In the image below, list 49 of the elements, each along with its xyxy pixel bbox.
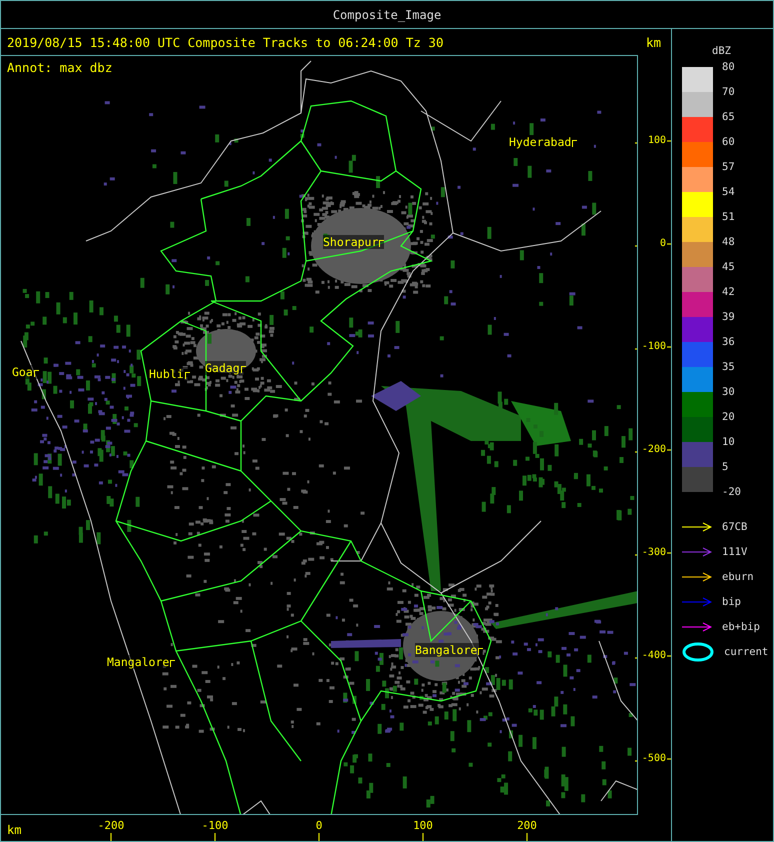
city-label: Hubli xyxy=(149,367,184,381)
axis-tick-label: -500 xyxy=(642,753,666,764)
axis-tick-label: 100 xyxy=(648,135,666,146)
scale-label: 80 xyxy=(722,60,736,75)
scale-label: 5 xyxy=(722,460,730,475)
track-label: 67CB xyxy=(722,521,748,533)
scale-label: 65 xyxy=(722,110,736,125)
axis-tick-label: -100 xyxy=(642,341,666,352)
track-label: eburn xyxy=(722,571,754,583)
axis-tick-label: 0 xyxy=(660,238,666,249)
scale-label: 54 xyxy=(722,185,736,200)
city-label: Hyderabad xyxy=(509,135,572,149)
scale-label: 36 xyxy=(722,335,736,350)
city-label: Bangalore xyxy=(415,643,478,657)
axis-tick-label: -300 xyxy=(642,547,666,558)
axis-tick-label: -100 xyxy=(202,819,228,832)
axis-tick-label: -200 xyxy=(642,444,666,455)
axis-unit-label: km xyxy=(7,823,22,837)
unit-label: km xyxy=(646,34,661,50)
scale-label: -20 xyxy=(722,485,741,500)
scale-label: 51 xyxy=(722,210,736,225)
city-label: Mangalore xyxy=(107,655,170,669)
scale-label: 70 xyxy=(722,85,736,100)
scale-label: 45 xyxy=(722,260,736,275)
axis-tick-label: 0 xyxy=(316,819,322,832)
scale-label: 57 xyxy=(722,160,736,175)
legend-title: dBZ xyxy=(712,45,732,57)
axis-tick-label: -200 xyxy=(98,819,124,832)
scale-label: 10 xyxy=(722,435,736,450)
axis-tick-label: -400 xyxy=(642,650,666,661)
track-label: bip xyxy=(722,596,741,608)
city-label: Shorapur xyxy=(323,235,378,249)
axis-tick-label: 100 xyxy=(413,819,433,832)
city-label: Goa xyxy=(12,365,33,379)
scale-label: 42 xyxy=(722,285,736,300)
window-title: Composite_Image xyxy=(332,8,442,22)
caption-text: 2019/08/15 15:48:00 UTC Composite Tracks to 06:24:00 Tz 30 xyxy=(7,34,444,50)
axis-tick-label: 200 xyxy=(517,819,537,832)
scale-label: 60 xyxy=(722,135,736,150)
city-label: Gadag xyxy=(205,361,240,375)
scale-label: 35 xyxy=(722,360,736,375)
scale-label: 39 xyxy=(722,310,736,325)
track-label: current xyxy=(724,646,768,658)
annotation-text: Annot: max dbz xyxy=(7,60,112,75)
scale-label: 20 xyxy=(722,410,736,425)
scale-label: 30 xyxy=(722,385,736,400)
track-label: eb+bip xyxy=(722,621,760,633)
track-label: 111V xyxy=(722,546,748,558)
scale-label: 48 xyxy=(722,235,736,250)
